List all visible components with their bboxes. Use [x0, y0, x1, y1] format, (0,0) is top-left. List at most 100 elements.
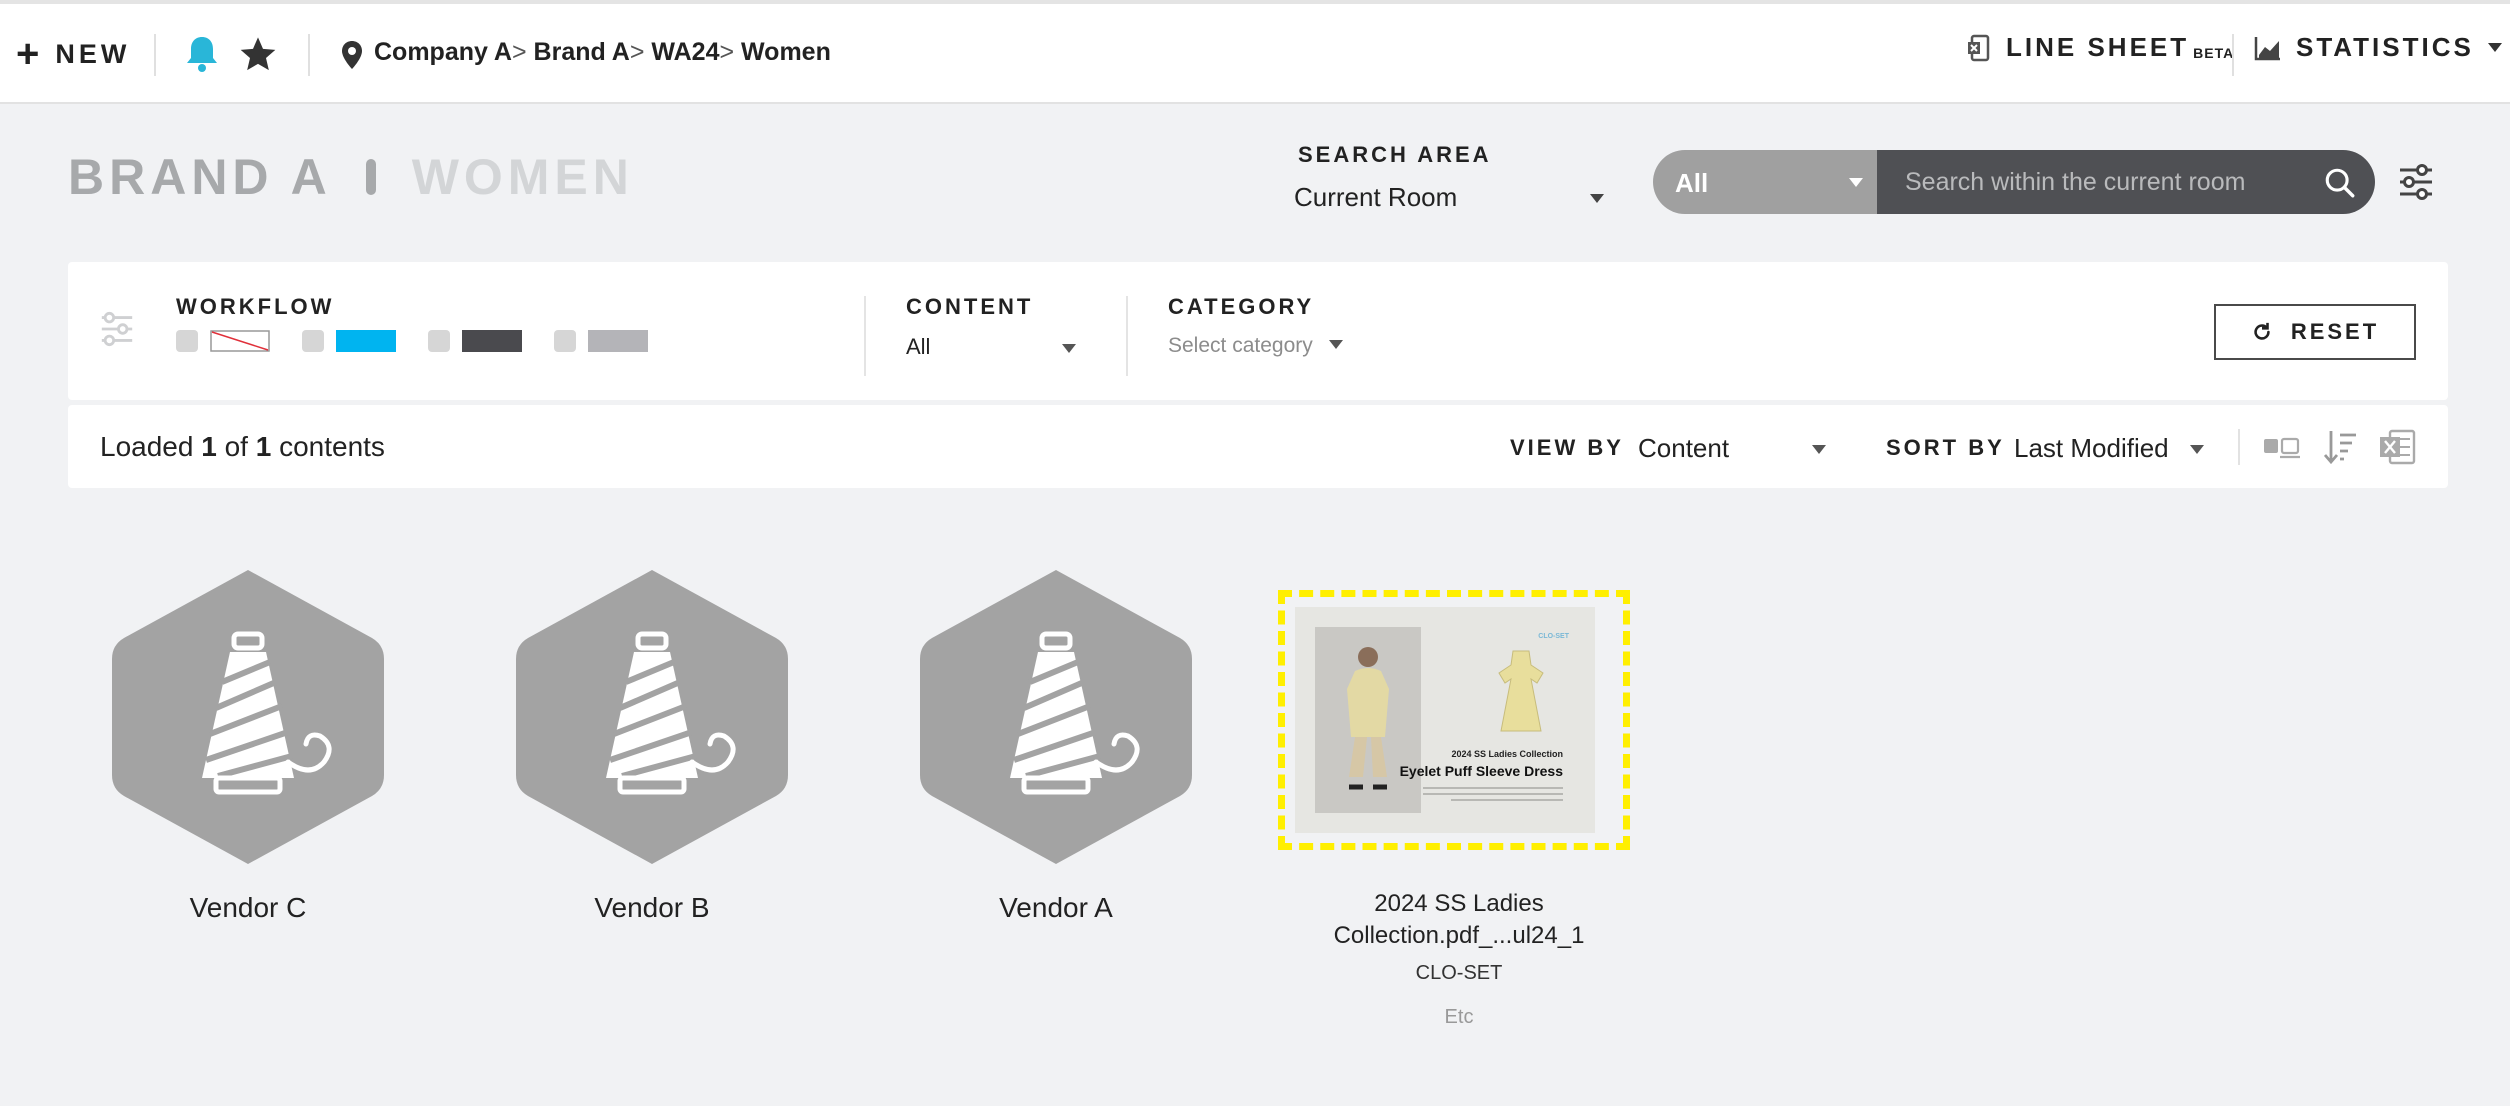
loaded-total: 1 — [255, 431, 272, 462]
title-divider — [365, 159, 376, 195]
content-label: CONTENT — [906, 294, 1034, 319]
view-by-value: Content — [1638, 433, 1730, 463]
line-sheet-icon — [1968, 34, 1990, 61]
document-owner: CLO-SET — [1415, 962, 1503, 984]
reset-label: RESET — [2290, 319, 2380, 344]
document-thumbnail: CLO-SET 2024 SS Ladies Collection Eyelet… — [1295, 607, 1595, 833]
vendor-room-thumbnail[interactable] — [514, 566, 790, 868]
document-card-highlighted[interactable]: CLO-SET 2024 SS Ladies Collection Eyelet… — [1278, 590, 1630, 850]
chart-icon — [2254, 36, 2280, 60]
loaded-count-text: Loaded 1 of 1 contents — [100, 431, 385, 463]
sort-order-icon[interactable] — [2322, 427, 2358, 467]
new-button[interactable]: + NEW — [16, 34, 130, 74]
vendor-room-thumbnail[interactable] — [110, 566, 386, 868]
filter-panel: WORKFLOW CONTENT All CATEGORY Select cat… — [68, 262, 2448, 400]
thumbnail-body-text — [1423, 787, 1563, 805]
workflow-swatch-dark[interactable] — [462, 330, 522, 352]
chevron-down-icon — [2487, 43, 2502, 52]
divider — [2238, 429, 2240, 465]
loaded-prefix: Loaded — [100, 431, 194, 462]
dress-icon — [1498, 650, 1544, 732]
plus-icon: + — [16, 32, 40, 76]
thumbnail-title: Eyelet Puff Sleeve Dress — [1399, 763, 1563, 779]
content-select[interactable]: All — [906, 334, 1076, 360]
sort-by-select[interactable]: Last Modified — [2014, 433, 2204, 464]
chevron-down-icon — [2190, 445, 2204, 454]
room-title: WOMEN — [411, 149, 634, 205]
workflow-label: WORKFLOW — [176, 294, 335, 319]
loaded-count: 1 — [201, 431, 217, 462]
category-label: CATEGORY — [1168, 294, 1315, 319]
beta-badge: BETA — [2193, 45, 2235, 61]
thumbnail-brand: CLO-SET — [1538, 633, 1569, 640]
top-bar: + NEW Company A> Brand A> WA24> Women LI… — [0, 0, 2510, 104]
document-name[interactable]: 2024 SS Ladies Collection.pdf_...ul24_1 — [1304, 888, 1614, 952]
search-input[interactable] — [1877, 150, 2375, 214]
workflow-checkbox-blue[interactable] — [302, 330, 324, 352]
vendor-room-name[interactable]: Vendor A — [906, 892, 1206, 924]
sort-by-value: Last Modified — [2014, 433, 2169, 463]
category-placeholder: Select category — [1168, 334, 1313, 357]
workflow-checkbox-none[interactable] — [176, 330, 198, 352]
search-area-select[interactable]: Current Room — [1294, 182, 1604, 213]
search-icon[interactable] — [2323, 166, 2357, 200]
search-area-label: SEARCH AREA — [1298, 142, 1492, 167]
workflow-swatch-gray[interactable] — [588, 330, 648, 352]
search-scope-select[interactable]: All — [1653, 150, 1877, 214]
chevron-down-icon — [1590, 194, 1604, 203]
chevron-down-icon — [1812, 445, 1826, 454]
breadcrumb-separator: > — [511, 38, 534, 66]
bell-icon[interactable] — [184, 34, 220, 74]
document-category: Etc — [1444, 1006, 1474, 1028]
chevron-down-icon — [1849, 178, 1863, 187]
workflow-swatch-blue[interactable] — [336, 330, 396, 352]
content-value: All — [906, 334, 931, 359]
vendor-room-thumbnail[interactable] — [918, 566, 1194, 868]
search-scope-value: All — [1675, 168, 1709, 198]
chevron-down-icon — [1328, 340, 1343, 349]
new-label: NEW — [55, 38, 131, 69]
breadcrumb-item-brand[interactable]: Brand A — [534, 38, 630, 66]
page-title: BRAND A WOMEN — [68, 148, 634, 206]
workflow-checkbox-gray[interactable] — [554, 330, 576, 352]
workflow-swatch-none[interactable] — [210, 330, 270, 352]
statistics-button[interactable]: STATISTICS — [2254, 32, 2502, 63]
sort-by-label: SORT BY — [1886, 435, 2005, 460]
breadcrumb-item-room[interactable]: Women — [741, 38, 831, 66]
vendor-room-name[interactable]: Vendor C — [98, 892, 398, 924]
breadcrumb-item-company[interactable]: Company A — [374, 38, 512, 66]
refresh-icon — [2254, 322, 2270, 340]
statistics-label: STATISTICS — [2296, 32, 2474, 62]
divider — [1126, 296, 1128, 376]
breadcrumb: Company A> Brand A> WA24> Women — [374, 38, 831, 67]
results-toolbar: Loaded 1 of 1 contents VIEW BY Content S… — [68, 405, 2448, 488]
workflow-filter — [176, 330, 680, 352]
breadcrumb-item-season[interactable]: WA24 — [651, 38, 719, 66]
reset-button[interactable]: RESET — [2214, 304, 2416, 360]
line-sheet-label: LINE SHEET — [2006, 32, 2190, 62]
search-bar: All — [1653, 150, 2375, 214]
divider — [154, 34, 156, 76]
thumbnail-subtitle: 2024 SS Ladies Collection — [1451, 749, 1563, 759]
divider — [2232, 34, 2234, 76]
category-select[interactable]: Select category — [1168, 334, 1343, 358]
search-area-value: Current Room — [1294, 182, 1458, 212]
brand-title: BRAND A — [68, 149, 332, 205]
view-by-select[interactable]: Content — [1638, 433, 1826, 464]
view-toggle-icon[interactable] — [2262, 431, 2302, 463]
star-icon[interactable] — [238, 34, 278, 74]
loaded-suffix: contents — [279, 431, 385, 462]
advanced-filter-icon[interactable] — [2396, 162, 2436, 202]
filter-sliders-icon[interactable] — [98, 310, 136, 348]
breadcrumb-separator: > — [719, 38, 742, 66]
divider — [864, 296, 866, 376]
model-photo-icon — [1315, 627, 1421, 813]
breadcrumb-separator: > — [629, 38, 652, 66]
excel-export-icon[interactable] — [2378, 427, 2418, 467]
line-sheet-button[interactable]: LINE SHEET BETA — [1966, 32, 2234, 63]
divider — [308, 34, 310, 76]
vendor-room-name[interactable]: Vendor B — [502, 892, 802, 924]
view-by-label: VIEW BY — [1510, 435, 1624, 460]
workflow-checkbox-dark[interactable] — [428, 330, 450, 352]
loaded-of: of — [224, 431, 248, 462]
